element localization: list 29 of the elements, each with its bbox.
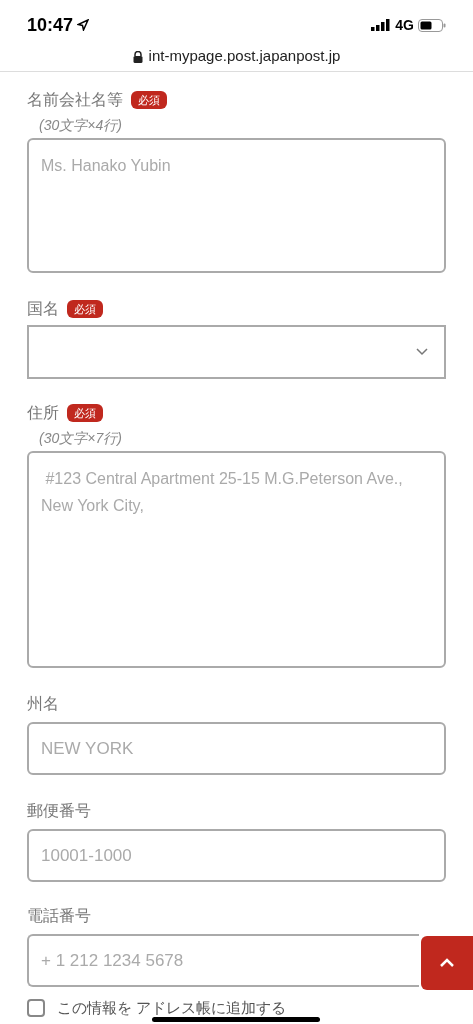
required-tag: 必須 bbox=[67, 403, 103, 423]
network-type: 4G bbox=[395, 15, 414, 35]
back-to-top-button[interactable] bbox=[421, 936, 473, 990]
text-area[interactable]: #123 Central Apartment 25-15 M.G.Peterson Ave., New York City, bbox=[27, 451, 446, 668]
field-label: 電話番号 bbox=[27, 906, 91, 926]
field-label: 国名 bbox=[27, 299, 59, 319]
chevron-up-icon bbox=[439, 958, 455, 968]
text-field[interactable]: + 1 212 1234 5678 bbox=[27, 934, 419, 987]
required-tag: 必須 bbox=[131, 90, 167, 110]
field-label: 住所 bbox=[27, 403, 59, 423]
field-label: 州名 bbox=[27, 694, 59, 714]
field-hint: (30文字×7行) bbox=[39, 429, 123, 448]
page-url[interactable]: int-mypage.post.japanpost.jp bbox=[148, 45, 341, 68]
text-field[interactable]: 10001-1000 bbox=[27, 829, 446, 882]
field-label: 名前会社名等 bbox=[27, 90, 123, 110]
signal-icon bbox=[371, 19, 392, 31]
checkbox-label: この情報を アドレス帳に追加する bbox=[57, 998, 287, 1018]
clock-time: 10:47 bbox=[27, 13, 74, 37]
location-arrow-icon bbox=[77, 19, 90, 31]
text-field[interactable]: NEW YORK bbox=[27, 722, 446, 775]
lock-icon bbox=[132, 50, 143, 63]
chevron-down-icon bbox=[416, 348, 428, 356]
required-tag: 必須 bbox=[67, 299, 103, 319]
select-field[interactable] bbox=[27, 325, 446, 379]
field-label: 郵便番号 bbox=[27, 801, 91, 821]
checkbox[interactable] bbox=[27, 999, 45, 1018]
battery-icon bbox=[418, 18, 446, 32]
field-hint: (30文字×4行) bbox=[39, 116, 123, 135]
text-area[interactable]: Ms. Hanako Yubin bbox=[27, 138, 446, 273]
